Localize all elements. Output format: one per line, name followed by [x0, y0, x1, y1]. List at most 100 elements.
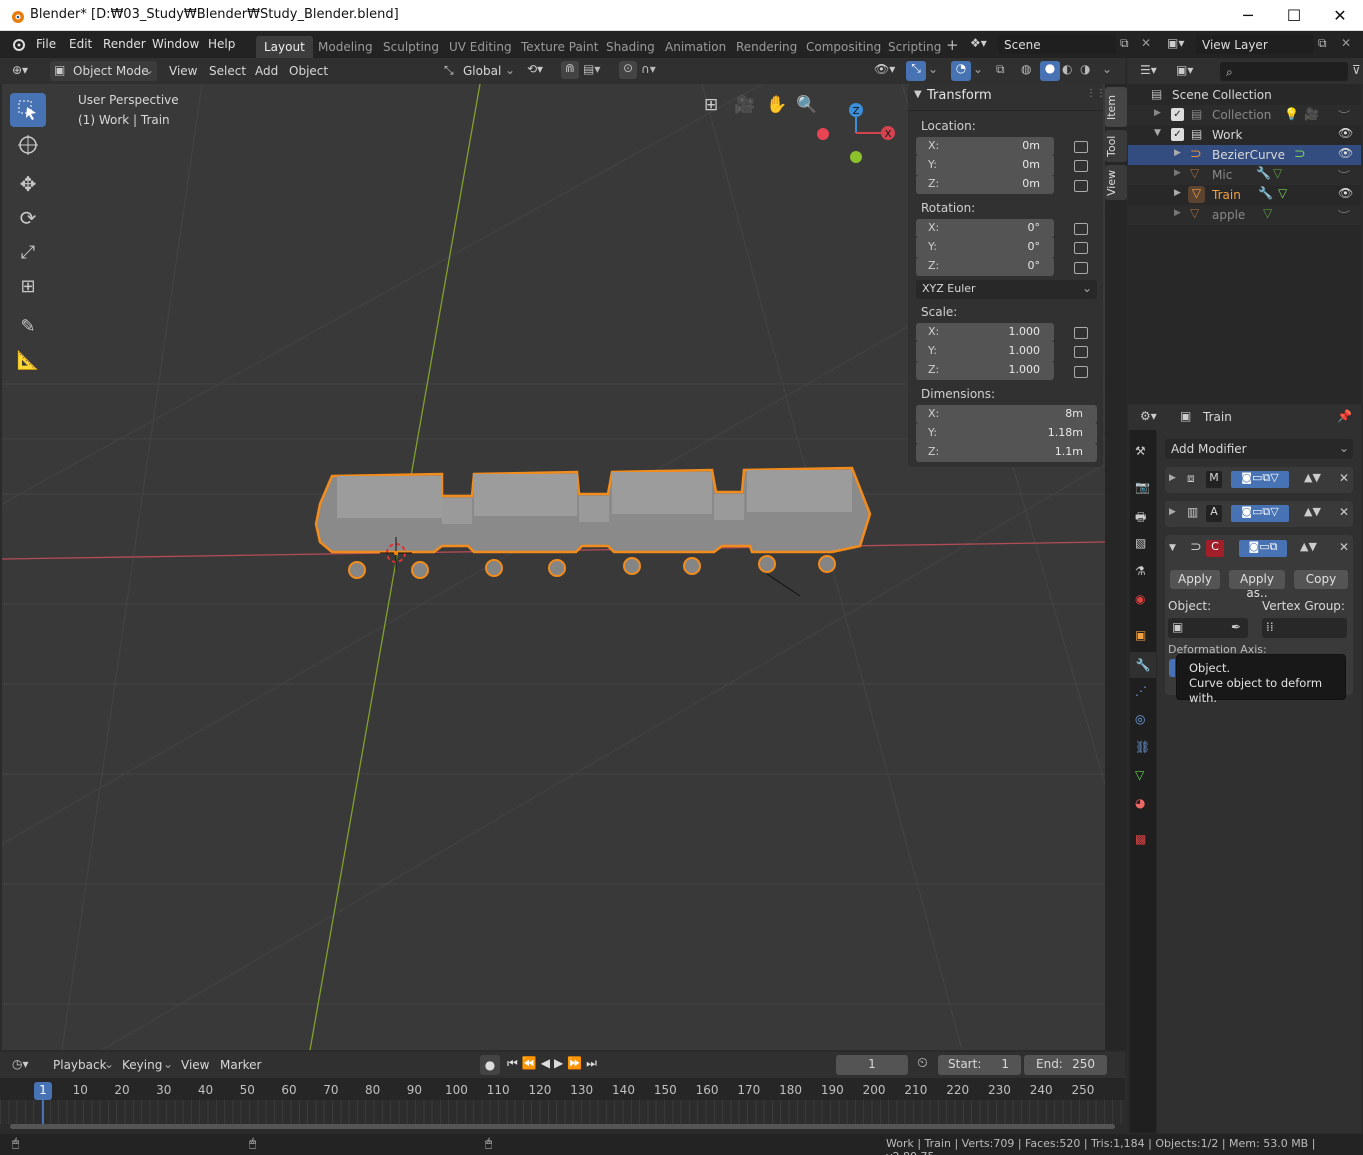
navigation-gizmo[interactable]: Z X [812, 100, 902, 170]
snap-target-icon[interactable]: ▤▾ [583, 62, 600, 76]
outliner-row-collection[interactable]: ▶ ✓ ▤ Collection 💡 🎥 ︶ [1128, 105, 1361, 125]
drag-handle-icon[interactable]: ⋮⋮ [1086, 88, 1106, 99]
eyedropper-icon[interactable]: ✒ [1231, 620, 1241, 634]
scale-tool[interactable]: ⤢ [10, 235, 46, 269]
modifier-visibility-toggles[interactable]: ◙▭⧉▽ [1231, 505, 1289, 522]
editor-type-icon[interactable]: ⊕▾ [12, 63, 28, 77]
modifier-array[interactable]: ▶ ▥ A ◙▭⧉▽ ▲▼ ✕ [1165, 501, 1353, 527]
xray-toggle-icon[interactable]: ⧉ [996, 62, 1005, 77]
add-modifier-dropdown[interactable]: Add Modifier ⌄ [1165, 439, 1353, 459]
object-tab-icon[interactable]: ▣ [1135, 628, 1146, 642]
tab-layout[interactable]: Layout [256, 36, 313, 58]
curve-object-field[interactable]: ▣ ✒ [1168, 618, 1248, 638]
view-layer-icon[interactable]: ▣▾ [1167, 36, 1184, 50]
snap-icon[interactable]: ⋒ [561, 61, 579, 79]
lock-icon[interactable] [1074, 346, 1088, 358]
annotate-tool[interactable]: ✎ [10, 309, 46, 343]
eye-hidden-icon[interactable]: ︶ [1338, 207, 1350, 224]
rotation-x-field[interactable]: X: 0° [916, 219, 1054, 238]
chevron-down-icon[interactable]: ⌄ [1102, 62, 1112, 76]
view-layer-field[interactable]: View Layer [1196, 35, 1314, 54]
modifier-tab-icon[interactable]: 🔧 [1130, 652, 1156, 678]
lock-icon[interactable] [1074, 242, 1088, 254]
delete-view-layer-icon[interactable]: ✕ [1341, 36, 1351, 50]
exclude-checkbox[interactable]: ✓ [1171, 128, 1184, 141]
menu-help[interactable]: Help [208, 37, 235, 51]
lock-icon[interactable] [1074, 180, 1088, 192]
new-scene-icon[interactable]: ⧉ [1120, 36, 1129, 51]
data-tab-icon[interactable]: ▽ [1135, 768, 1144, 782]
lock-icon[interactable] [1074, 141, 1088, 153]
tab-texture-paint[interactable]: Texture Paint [513, 36, 606, 58]
expand-arrow-icon[interactable]: ▶ [1154, 108, 1161, 118]
tab-rendering[interactable]: Rendering [728, 36, 805, 58]
viewport-menu-select[interactable]: Select [209, 64, 246, 78]
editor-type-icon[interactable]: ◷▾ [12, 1057, 29, 1071]
lock-icon[interactable] [1074, 160, 1088, 172]
output-tab-icon[interactable]: 🖶 [1135, 508, 1146, 529]
close-icon[interactable]: ✕ [1339, 540, 1349, 554]
outliner-row-apple[interactable]: ▶ ▽ apple ▽ ︶ [1128, 205, 1361, 225]
world-tab-icon[interactable]: ◉ [1135, 592, 1145, 606]
tab-scripting[interactable]: Scripting [880, 36, 949, 58]
viewport-menu-object[interactable]: Object [289, 64, 328, 78]
eye-icon[interactable]: 👁 [1338, 126, 1353, 140]
exclude-checkbox[interactable]: ✓ [1171, 108, 1184, 121]
tab-uv-editing[interactable]: UV Editing [441, 36, 520, 58]
lock-icon[interactable] [1074, 366, 1088, 378]
dimensions-x-field[interactable]: X: 8m [916, 405, 1097, 424]
falloff-icon[interactable]: ∩▾ [641, 62, 656, 76]
wireframe-shading-icon[interactable]: ◍ [1021, 62, 1031, 76]
pan-hand-icon[interactable]: ✋ [766, 95, 787, 115]
move-up-down-icon[interactable]: ▲▼ [1304, 505, 1321, 518]
transform-panel-title[interactable]: Transform [927, 88, 992, 103]
render-tab-icon[interactable]: 📷 [1135, 480, 1150, 494]
end-frame-field[interactable]: End: 250 [1024, 1055, 1107, 1075]
transform-tool[interactable]: ⊞ [10, 269, 46, 303]
blender-menu-icon[interactable] [10, 37, 26, 51]
mode-dropdown[interactable]: ▣ Object Mode ⌄ [50, 61, 157, 81]
modifier-visibility-toggles[interactable]: ◙▭⧉ [1239, 540, 1287, 557]
apply-as-button[interactable]: Apply as.. [1229, 570, 1285, 600]
location-y-field[interactable]: Y: 0m [916, 156, 1054, 175]
move-tool[interactable]: ✥ [10, 167, 46, 201]
expand-arrow-icon[interactable]: ▶ [1174, 148, 1181, 158]
record-button[interactable]: ● [480, 1055, 500, 1075]
timeline-menu-keying[interactable]: Keying [122, 1058, 162, 1072]
camera-view-icon[interactable]: 🎥 [734, 95, 755, 115]
chevron-down-icon[interactable]: ▼ [914, 89, 922, 100]
texture-tab-icon[interactable]: ▩ [1135, 832, 1146, 846]
cursor-tool[interactable] [10, 128, 46, 162]
modifier-name-field[interactable]: A [1206, 505, 1222, 522]
rotation-mode-dropdown[interactable]: XYZ Euler ⌄ [916, 280, 1097, 299]
move-up-down-icon[interactable]: ▲▼ [1300, 540, 1317, 553]
eye-hidden-icon[interactable]: ︶ [1338, 107, 1350, 124]
tab-compositing[interactable]: Compositing [798, 36, 889, 58]
move-up-down-icon[interactable]: ▲▼ [1304, 471, 1321, 484]
outliner-row-train[interactable]: ▶ ▽ Train 🔧 ▽ 👁 [1128, 185, 1361, 205]
playhead[interactable] [42, 1096, 44, 1124]
menu-edit[interactable]: Edit [69, 37, 92, 51]
tab-animation[interactable]: Animation [657, 36, 734, 58]
editor-type-icon[interactable]: ⚙▾ [1140, 409, 1157, 423]
modifier-name-field[interactable]: M [1206, 471, 1222, 488]
modifier-name-field[interactable]: C [1206, 540, 1224, 557]
scale-x-field[interactable]: X: 1.000 [916, 323, 1054, 342]
chevron-down-icon[interactable]: ⌄ [928, 62, 938, 76]
close-icon[interactable]: ✕ [1339, 505, 1349, 519]
add-workspace-icon[interactable]: + [946, 36, 959, 54]
solid-shading-icon[interactable]: ● [1040, 61, 1060, 81]
expand-arrow-icon[interactable]: ▶ [1174, 208, 1181, 218]
transform-orientation-dropdown[interactable]: Global [463, 64, 501, 78]
scene-selector-icon[interactable]: ❖▾ [970, 36, 987, 50]
physics-tab-icon[interactable]: ◎ [1135, 712, 1145, 726]
modifier-mirror[interactable]: ▶ ⧈ M ◙▭⧉▽ ▲▼ ✕ [1165, 467, 1353, 493]
current-frame-field[interactable]: 1 [836, 1055, 908, 1075]
lock-icon[interactable] [1074, 327, 1088, 339]
apply-button[interactable]: Apply [1170, 570, 1220, 589]
material-shading-icon[interactable]: ◐ [1062, 62, 1072, 76]
outliner-row-work[interactable]: ▼ ✓ ▤ Work 👁 [1128, 125, 1361, 145]
expand-arrow-icon[interactable]: ▼ [1154, 128, 1161, 138]
viewport-menu-add[interactable]: Add [255, 64, 278, 78]
dimensions-z-field[interactable]: Z: 1.1m [916, 443, 1097, 462]
